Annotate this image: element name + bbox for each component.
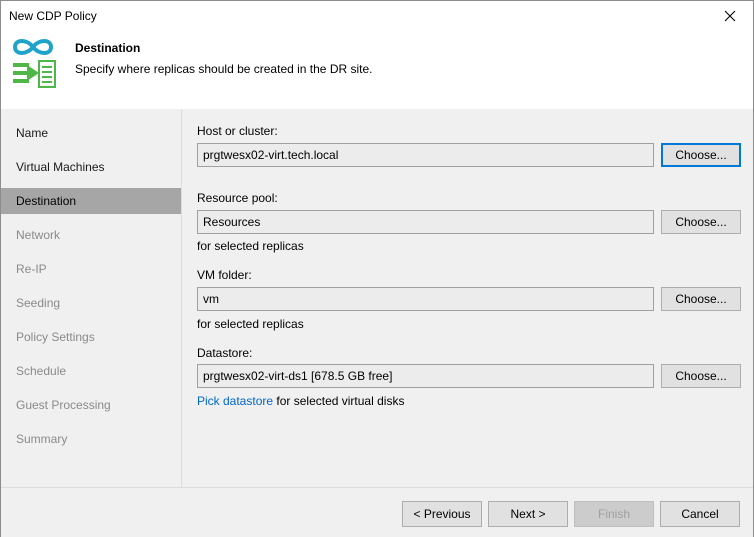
resource-pool-field[interactable]: Resources — [197, 210, 654, 234]
datastore-label: Datastore: — [197, 346, 253, 360]
vm-folder-label: VM folder: — [197, 268, 252, 282]
datastore-note: for selected virtual disks — [276, 394, 405, 408]
datastore-field[interactable]: prgtwesx02-virt-ds1 [678.5 GB free] — [197, 364, 654, 388]
wizard-window: New CDP Policy Destination Specify where… — [0, 0, 754, 537]
vm-folder-note: for selected replicas — [197, 317, 304, 331]
choose-datastore-button[interactable]: Choose... — [661, 364, 741, 388]
choose-vm-folder-button[interactable]: Choose... — [661, 287, 741, 311]
step-seeding: Seeding — [16, 296, 61, 310]
finish-button: Finish — [574, 501, 654, 527]
close-button[interactable] — [707, 1, 753, 31]
step-policy-settings: Policy Settings — [16, 330, 95, 344]
step-virtual-machines[interactable]: Virtual Machines — [1, 154, 181, 180]
wizard-header: Destination Specify where replicas shoul… — [1, 31, 753, 109]
title-bar: New CDP Policy — [1, 1, 753, 31]
step-guest-processing: Guest Processing — [16, 398, 111, 412]
pick-datastore-link[interactable]: Pick datastore — [197, 394, 273, 408]
step-schedule: Schedule — [16, 364, 67, 378]
step-description: Specify where replicas should be created… — [75, 62, 373, 76]
step-name[interactable]: Name — [1, 120, 181, 146]
close-icon — [724, 10, 736, 22]
window-title: New CDP Policy — [9, 9, 97, 23]
step-summary: Summary — [16, 432, 68, 446]
step-destination[interactable]: Destination — [1, 188, 181, 214]
choose-host-button[interactable]: Choose... — [661, 143, 741, 167]
cancel-button[interactable]: Cancel — [660, 501, 740, 527]
previous-button[interactable]: < Previous — [402, 501, 482, 527]
destination-form: Host or cluster: prgtwesx02-virt.tech.lo… — [181, 109, 753, 487]
step-re-ip: Re-IP — [16, 262, 47, 276]
step-network: Network — [16, 228, 61, 242]
datastore-note-row: Pick datastore for selected virtual disk… — [197, 394, 404, 408]
resource-pool-note: for selected replicas — [197, 239, 304, 253]
cdp-policy-wizard-icon — [12, 39, 56, 88]
host-label: Host or cluster: — [197, 124, 278, 138]
wizard-footer: < Previous Next > Finish Cancel — [1, 487, 753, 537]
vm-folder-field[interactable]: vm — [197, 287, 654, 311]
host-field[interactable]: prgtwesx02-virt.tech.local — [197, 143, 654, 167]
step-title: Destination — [75, 41, 141, 55]
next-button[interactable]: Next > — [488, 501, 568, 527]
wizard-steps-sidebar: Name Virtual Machines Destination Networ… — [1, 109, 181, 487]
choose-resource-pool-button[interactable]: Choose... — [661, 210, 741, 234]
resource-pool-label: Resource pool: — [197, 191, 278, 205]
